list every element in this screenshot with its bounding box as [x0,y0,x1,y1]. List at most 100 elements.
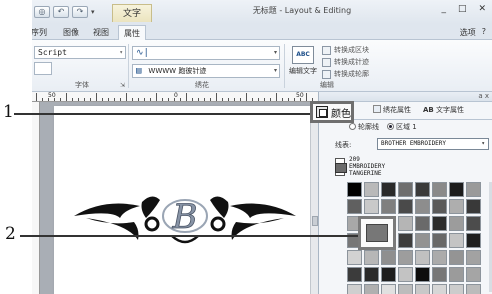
color-swatch[interactable] [449,284,464,294]
color-swatch[interactable] [347,284,362,294]
color-swatch[interactable] [381,250,396,265]
tabs-right-area: 选项 ? [460,27,486,38]
app-window: ◎ ↶ ↷ ▾ 文字 无标题 - Layout & Editing _ □ ✕ … [32,0,492,294]
color-swatch[interactable] [398,182,413,197]
dialog-launcher-icon[interactable]: ⇲ [120,82,125,89]
tab-embroidery-properties[interactable]: 绣花属性 [373,105,411,115]
color-swatch[interactable] [381,267,396,282]
region-radio-group: 轮廓线 区域 1 [349,122,417,132]
color-swatch[interactable] [449,267,464,282]
color-swatch[interactable] [398,250,413,265]
color-swatch[interactable] [432,216,447,231]
radio-region-label: 区域 1 [396,123,417,131]
color-swatch[interactable] [415,233,430,248]
selected-color-swatch[interactable] [358,216,396,250]
options-menu[interactable]: 选项 [460,27,476,38]
embroidery-design[interactable]: B [54,106,316,294]
color-swatch[interactable] [466,216,481,231]
stitch-pattern-select-1[interactable]: ∿| ▾ [132,46,280,60]
color-swatch[interactable] [466,267,481,282]
vertical-scrollbar[interactable] [310,102,318,294]
callout-line-1 [14,113,310,115]
color-swatch[interactable] [398,233,413,248]
tab-image[interactable]: 图像 [58,25,84,40]
color-swatch[interactable] [415,267,430,282]
color-swatch[interactable] [347,267,362,282]
color-swatch[interactable] [449,216,464,231]
color-swatch[interactable] [449,199,464,214]
color-swatch[interactable] [449,182,464,197]
ruler-tick [162,98,163,101]
stitch-pattern-select-2[interactable]: ▤ WWWW 跑彼针迹 ▾ [132,64,280,78]
color-swatch[interactable] [398,199,413,214]
color-swatch[interactable] [381,284,396,294]
color-swatch[interactable] [415,199,430,214]
help-icon[interactable]: ? [482,27,486,38]
panel-close-button[interactable]: a x [478,92,489,100]
color-swatch[interactable] [466,199,481,214]
ruler-tick [240,98,241,101]
ruler-tick [294,98,295,101]
contextual-tab-text[interactable]: 文字 [112,4,152,22]
color-swatch[interactable] [398,267,413,282]
color-swatch[interactable] [415,284,430,294]
convert-to-region-button[interactable]: 转换成区块 [322,44,369,56]
radio-region[interactable]: 区域 1 [387,122,417,132]
region-icon [322,45,331,55]
tab-properties[interactable]: 属性 [118,25,146,40]
color-swatch[interactable] [347,182,362,197]
color-tab-button[interactable]: 颜色 [310,101,354,123]
color-swatch[interactable] [432,284,447,294]
tab-view[interactable]: 视图 [88,25,114,40]
monogram-letter: B [172,197,198,237]
color-swatch[interactable] [364,199,379,214]
color-swatch[interactable] [364,284,379,294]
color-swatch[interactable] [415,250,430,265]
close-button[interactable]: ✕ [478,4,486,14]
color-swatch[interactable] [415,216,430,231]
ruler-tick [114,98,115,101]
color-swatch[interactable] [466,284,481,294]
font-select[interactable]: Script ▾ [34,46,126,59]
color-swatch[interactable] [432,250,447,265]
color-swatch[interactable] [466,233,481,248]
thread-chart-select[interactable]: BROTHER EMBROIDERY ▾ [377,138,489,150]
color-swatch[interactable] [432,267,447,282]
convert-to-outline-button[interactable]: 转换成轮廓 [322,68,369,80]
ruler-tick [96,93,97,101]
color-swatch[interactable] [449,233,464,248]
color-swatch[interactable] [432,199,447,214]
tab-text-properties[interactable]: AB 文字属性 [423,105,464,115]
needle-icon [373,105,381,113]
color-swatch[interactable] [466,250,481,265]
undo-icon[interactable]: ↶ [53,6,69,18]
ruler-tick [90,98,91,101]
color-swatch[interactable] [347,199,362,214]
color-swatch[interactable] [364,267,379,282]
design-page[interactable]: B [54,106,316,294]
app-menu-icon[interactable]: ◎ [34,6,50,18]
maximize-button[interactable]: □ [458,4,467,14]
color-swatch[interactable] [398,216,413,231]
color-swatch[interactable] [381,199,396,214]
color-swatch[interactable] [364,182,379,197]
edit-text-button[interactable]: ABC 编辑文字 [286,44,320,84]
radio-outline[interactable]: 轮廓线 [349,122,379,132]
color-swatch[interactable] [432,182,447,197]
ruler-tick [108,98,109,101]
redo-icon[interactable]: ↷ [72,6,88,18]
qat-dropdown-icon[interactable]: ▾ [91,8,95,16]
color-swatch[interactable] [466,182,481,197]
minimize-button[interactable]: _ [441,4,446,14]
tab-sequence[interactable]: 序列 [32,25,52,40]
color-swatch[interactable] [381,182,396,197]
color-swatch[interactable] [432,233,447,248]
color-swatch[interactable] [415,182,430,197]
color-swatch[interactable] [398,284,413,294]
convert-to-stitch-button[interactable]: 转换成针迹 [322,56,369,68]
color-swatch[interactable] [347,250,362,265]
font-size-input[interactable] [34,62,52,75]
ruler-tick [252,98,253,101]
color-swatch[interactable] [364,250,379,265]
color-swatch[interactable] [449,250,464,265]
